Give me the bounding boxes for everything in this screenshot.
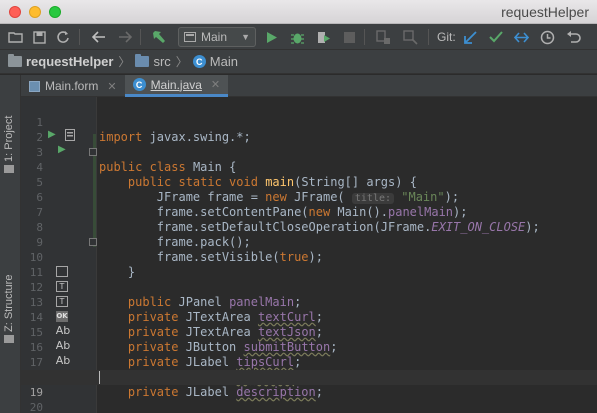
project-tool-tab-label: 1: Project	[3, 115, 15, 162]
left-tool-strip: 1: Project Z: Structure	[0, 75, 21, 413]
forward-icon[interactable]	[116, 28, 134, 46]
back-icon[interactable]	[90, 28, 108, 46]
chevron-down-icon: ▼	[241, 32, 250, 42]
breadcrumb: requestHelper 〉 src 〉 C Main	[0, 50, 597, 74]
coverage-icon[interactable]	[314, 28, 332, 46]
java-class-icon: C	[132, 78, 146, 91]
attach-icon[interactable]	[374, 28, 392, 46]
code-line: 15 private JButton submitButton;	[21, 310, 597, 354]
run-icon[interactable]	[263, 28, 281, 46]
code-line: 13 private JTextArea textCurl;	[21, 280, 597, 324]
code-line: 3 public class Main {	[21, 130, 597, 174]
profile-icon[interactable]	[401, 28, 419, 46]
code-line: 6 frame.setContentPane(new Main().panelM…	[21, 175, 597, 219]
stop-icon[interactable]	[340, 28, 358, 46]
window-title: requestHelper	[501, 4, 589, 20]
code-editor[interactable]: ▶ ▶ T T OK Ab Ab Ab 1 import javax.swing…	[21, 97, 597, 413]
vcs-update-icon[interactable]	[461, 28, 479, 46]
source-folder-icon	[135, 54, 150, 67]
breadcrumb-src[interactable]: src	[135, 54, 171, 69]
tab-main-java[interactable]: C Main.java ✕	[124, 75, 229, 97]
code-line: 2	[21, 115, 597, 144]
project-tool-tab[interactable]: 1: Project	[3, 83, 15, 173]
main-toolbar: Main ▼ Git:	[0, 24, 597, 50]
code-line: 10 }	[21, 235, 597, 279]
title-bar: requestHelper	[0, 0, 597, 24]
vcs-commit-icon[interactable]	[487, 28, 505, 46]
tab-main-java-label: Main.java	[150, 77, 202, 92]
close-tab-icon[interactable]: ✕	[211, 78, 220, 91]
code-line: 17 private JLabel tipsJson;	[21, 340, 597, 384]
history-icon[interactable]	[538, 28, 556, 46]
run-configuration-label: Main	[201, 30, 228, 44]
chevron-right-icon: 〉	[118, 55, 131, 69]
folder-icon	[8, 54, 22, 67]
code-line: 7 frame.setDefaultCloseOperation(JFrame.…	[21, 190, 597, 234]
debug-icon[interactable]	[288, 28, 306, 46]
chevron-right-icon: 〉	[175, 55, 188, 69]
minimize-window-button[interactable]	[29, 6, 41, 18]
maximize-window-button[interactable]	[49, 6, 61, 18]
breadcrumb-file-label: Main	[209, 54, 238, 69]
config-icon	[184, 32, 196, 42]
breadcrumb-project[interactable]: requestHelper	[8, 54, 113, 69]
code-line: 14 private JTextArea textJson;	[21, 295, 597, 339]
breadcrumb-src-label: src	[153, 54, 171, 69]
build-hammer-icon[interactable]	[150, 28, 168, 46]
current-code-line: 19	[21, 370, 597, 399]
tab-main-form[interactable]: Main.form ✕	[21, 75, 125, 97]
java-class-icon: C	[192, 55, 206, 68]
run-configuration-dropdown[interactable]: Main ▼	[178, 27, 256, 47]
vcs-compare-icon[interactable]	[512, 28, 530, 46]
save-icon[interactable]	[30, 28, 48, 46]
text-cursor	[99, 371, 100, 384]
open-folder-icon[interactable]	[6, 28, 24, 46]
code-line: 8 frame.pack();	[21, 205, 597, 249]
structure-tool-tab[interactable]: Z: Structure	[3, 243, 15, 343]
close-window-button[interactable]	[9, 6, 21, 18]
code-line: 1 import javax.swing.*;	[21, 100, 597, 144]
code-line: 21	[21, 400, 597, 413]
code-line: 18 private JLabel description;	[21, 355, 597, 399]
revert-icon[interactable]	[564, 28, 582, 46]
git-label: Git:	[437, 30, 456, 44]
code-line: 4 public static void main(String[] args)…	[21, 145, 597, 189]
sync-icon[interactable]	[54, 28, 72, 46]
project-folder-icon	[4, 165, 14, 173]
form-file-icon	[29, 80, 40, 92]
code-line: 12 public JPanel panelMain;	[21, 265, 597, 309]
breadcrumb-project-label: requestHelper	[26, 54, 114, 69]
tab-main-form-label: Main.form	[45, 79, 99, 93]
code-line: 9 frame.setVisible(true);	[21, 220, 597, 264]
code-line: 20 }	[21, 385, 597, 413]
close-tab-icon[interactable]: ✕	[107, 80, 116, 93]
structure-tool-tab-label: Z: Structure	[3, 274, 15, 332]
code-line: 11	[21, 250, 597, 279]
breadcrumb-file[interactable]: C Main	[192, 54, 238, 69]
structure-icon	[4, 335, 14, 343]
editor-tabs: Main.form ✕ C Main.java ✕	[21, 75, 597, 97]
code-line: 5 JFrame frame = new JFrame( title: "Mai…	[21, 160, 597, 204]
code-line: 16 private JLabel tipsCurl;	[21, 325, 597, 369]
